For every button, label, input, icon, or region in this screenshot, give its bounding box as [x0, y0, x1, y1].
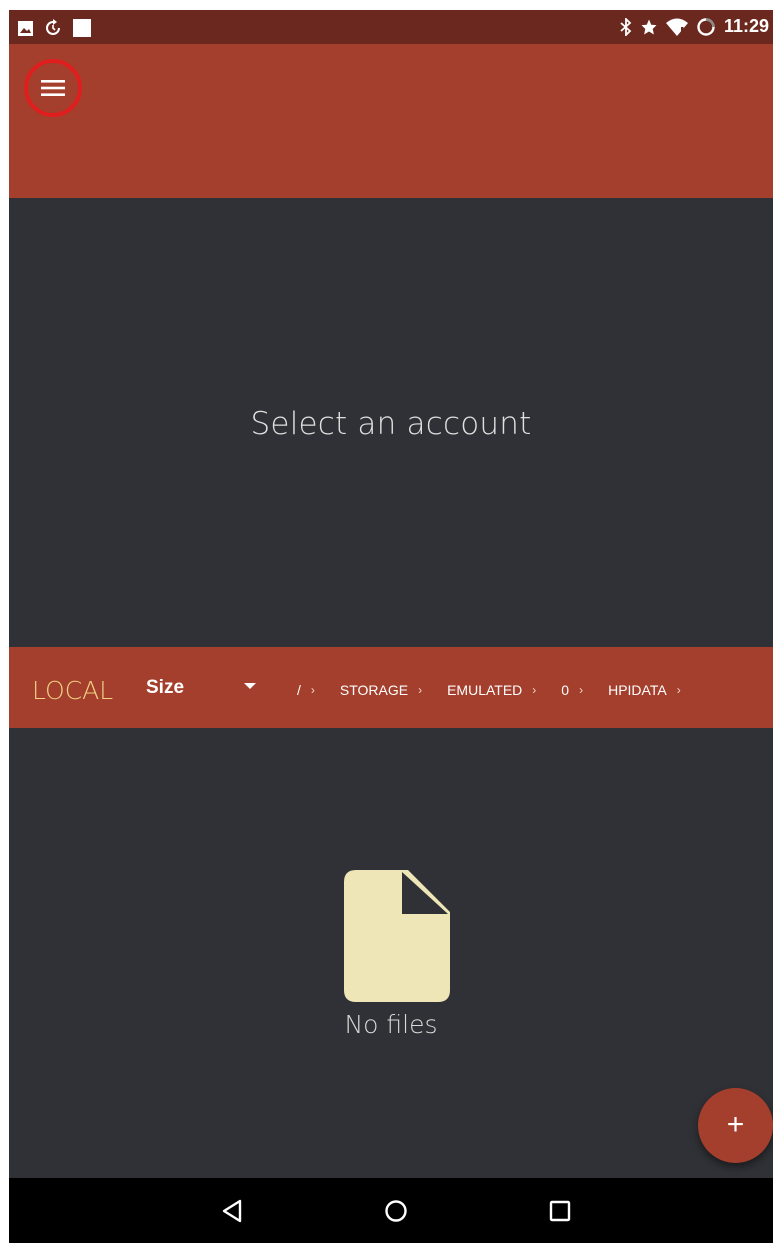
breadcrumb-label: / — [297, 682, 301, 698]
home-icon — [385, 1200, 407, 1222]
system-nav-bar — [9, 1178, 773, 1243]
file-list-panel: No files — [9, 728, 773, 1178]
breadcrumb: / › STORAGE › EMULATED › 0 › HPIDATA › — [297, 682, 706, 698]
square-notification-icon — [73, 19, 91, 37]
account-panel: Select an account — [9, 198, 773, 647]
dropdown-arrow-icon[interactable] — [244, 683, 256, 689]
breadcrumb-item-0[interactable]: 0 › — [561, 682, 608, 698]
chevron-right-icon: › — [579, 683, 584, 697]
wifi-icon — [665, 18, 688, 36]
breadcrumb-label: STORAGE — [339, 682, 409, 698]
star-icon — [641, 19, 657, 34]
app-screen: 11:29 Select an account LOCAL Size / › S… — [9, 10, 773, 1243]
app-toolbar — [9, 44, 773, 198]
status-bar-left — [17, 18, 92, 38]
sort-dropdown[interactable]: Size — [146, 677, 184, 699]
status-bar: 11:29 — [9, 10, 773, 44]
breadcrumb-item-storage[interactable]: STORAGE › — [340, 682, 447, 698]
image-notification-icon — [18, 20, 33, 36]
plus-icon: + — [726, 1107, 745, 1141]
chevron-right-icon: › — [418, 683, 423, 697]
local-title: LOCAL — [32, 676, 114, 705]
recents-icon — [549, 1200, 571, 1222]
breadcrumb-label: 0 — [561, 682, 570, 698]
local-bar: LOCAL Size / › STORAGE › EMULATED › 0 › … — [9, 647, 773, 728]
file-icon — [344, 870, 450, 1002]
menu-button[interactable] — [24, 59, 82, 117]
status-time: 11:29 — [723, 16, 769, 36]
chevron-right-icon: › — [532, 683, 537, 697]
chevron-right-icon: › — [310, 683, 315, 697]
back-icon — [222, 1199, 242, 1223]
home-button[interactable] — [381, 1196, 411, 1226]
chevron-right-icon: › — [676, 683, 681, 697]
breadcrumb-item-emulated[interactable]: EMULATED › — [447, 682, 561, 698]
select-account-prompt[interactable]: Select an account — [9, 406, 773, 442]
battery-icon — [697, 17, 715, 36]
breadcrumb-item-root[interactable]: / › — [297, 682, 340, 698]
add-button[interactable]: + — [698, 1088, 773, 1163]
sync-icon — [46, 19, 60, 35]
hamburger-menu-icon — [41, 80, 65, 96]
breadcrumb-item-hpidata[interactable]: HPIDATA › — [608, 682, 706, 698]
recents-button[interactable] — [545, 1196, 575, 1226]
empty-state-message: No files — [344, 1010, 438, 1039]
back-button[interactable] — [217, 1196, 247, 1226]
status-bar-right: 11:29 — [620, 16, 769, 37]
bluetooth-icon — [620, 17, 632, 36]
breadcrumb-label: HPIDATA — [608, 682, 667, 698]
breadcrumb-label: EMULATED — [447, 682, 523, 698]
